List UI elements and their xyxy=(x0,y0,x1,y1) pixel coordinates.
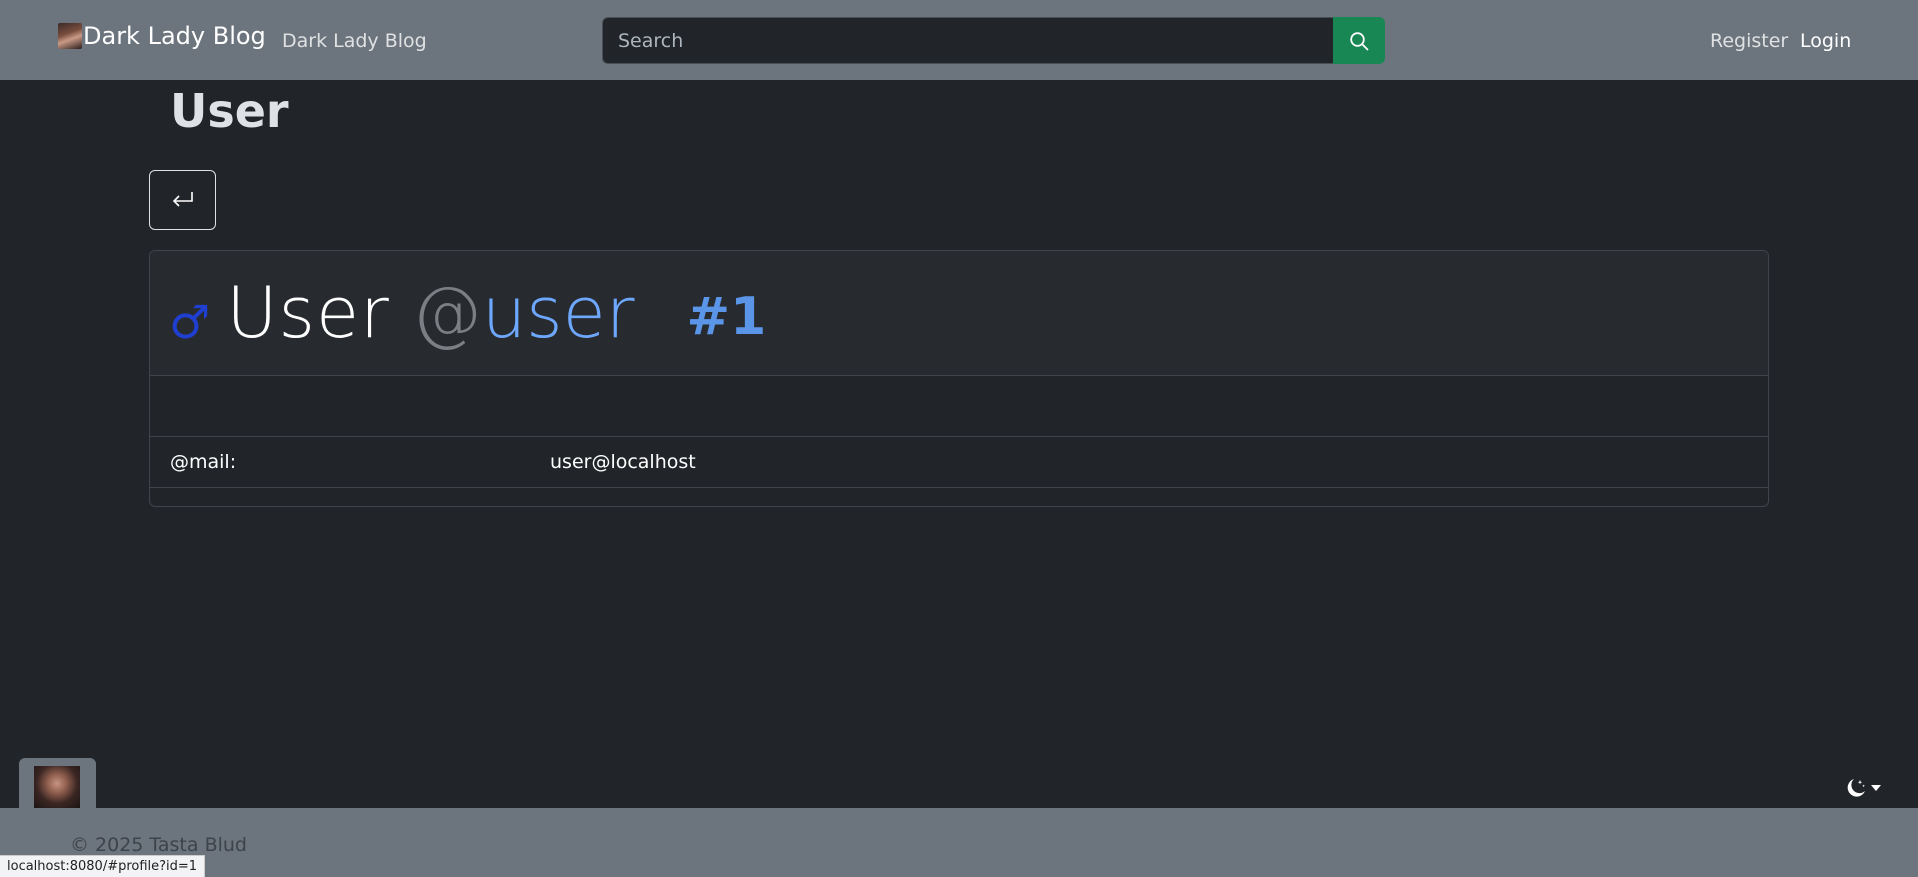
search-input[interactable] xyxy=(602,17,1333,64)
page-title: User xyxy=(170,84,289,138)
brand-label: Dark Lady Blog xyxy=(83,22,266,50)
field-value: user@localhost xyxy=(550,451,696,473)
profile-empty-row xyxy=(150,376,1768,437)
search-icon xyxy=(1350,31,1369,50)
register-link[interactable]: Register xyxy=(1710,30,1788,52)
brand-link[interactable]: Dark Lady Blog xyxy=(58,22,266,50)
return-arrow-icon xyxy=(172,192,193,207)
search-button[interactable] xyxy=(1333,17,1385,64)
login-link[interactable]: Login xyxy=(1800,30,1851,52)
theme-toggle-button[interactable] xyxy=(1845,776,1881,800)
avatar[interactable] xyxy=(34,766,80,812)
male-gender-icon: ♂ xyxy=(169,295,211,349)
footer-copyright: © 2025 Tasta Blud xyxy=(70,834,247,856)
profile-username: user xyxy=(481,272,635,354)
browser-status-bar: localhost:8080/#profile?id=1 xyxy=(0,855,206,877)
profile-display-name: User xyxy=(226,272,390,354)
search-form xyxy=(602,17,1385,64)
back-button[interactable] xyxy=(149,170,216,230)
caret-down-icon xyxy=(1871,785,1881,791)
profile-field-row: @mail: user@localhost xyxy=(150,437,1768,488)
profile-header: ♂ User @ user #1 xyxy=(150,251,1768,376)
moon-stars-icon xyxy=(1847,779,1865,797)
top-navbar: Dark Lady Blog Dark Lady Blog Register L… xyxy=(0,0,1918,80)
profile-card: ♂ User @ user #1 @mail: user@localhost xyxy=(149,250,1769,507)
at-sign: @ xyxy=(411,272,482,354)
profile-user-id: #1 xyxy=(686,287,767,347)
avatar-container[interactable] xyxy=(19,758,96,812)
brand-logo-image xyxy=(58,23,82,49)
page-footer: © 2025 Tasta Blud xyxy=(0,808,1918,877)
nav-home-link[interactable]: Dark Lady Blog xyxy=(282,30,427,52)
field-label: @mail: xyxy=(170,451,237,473)
